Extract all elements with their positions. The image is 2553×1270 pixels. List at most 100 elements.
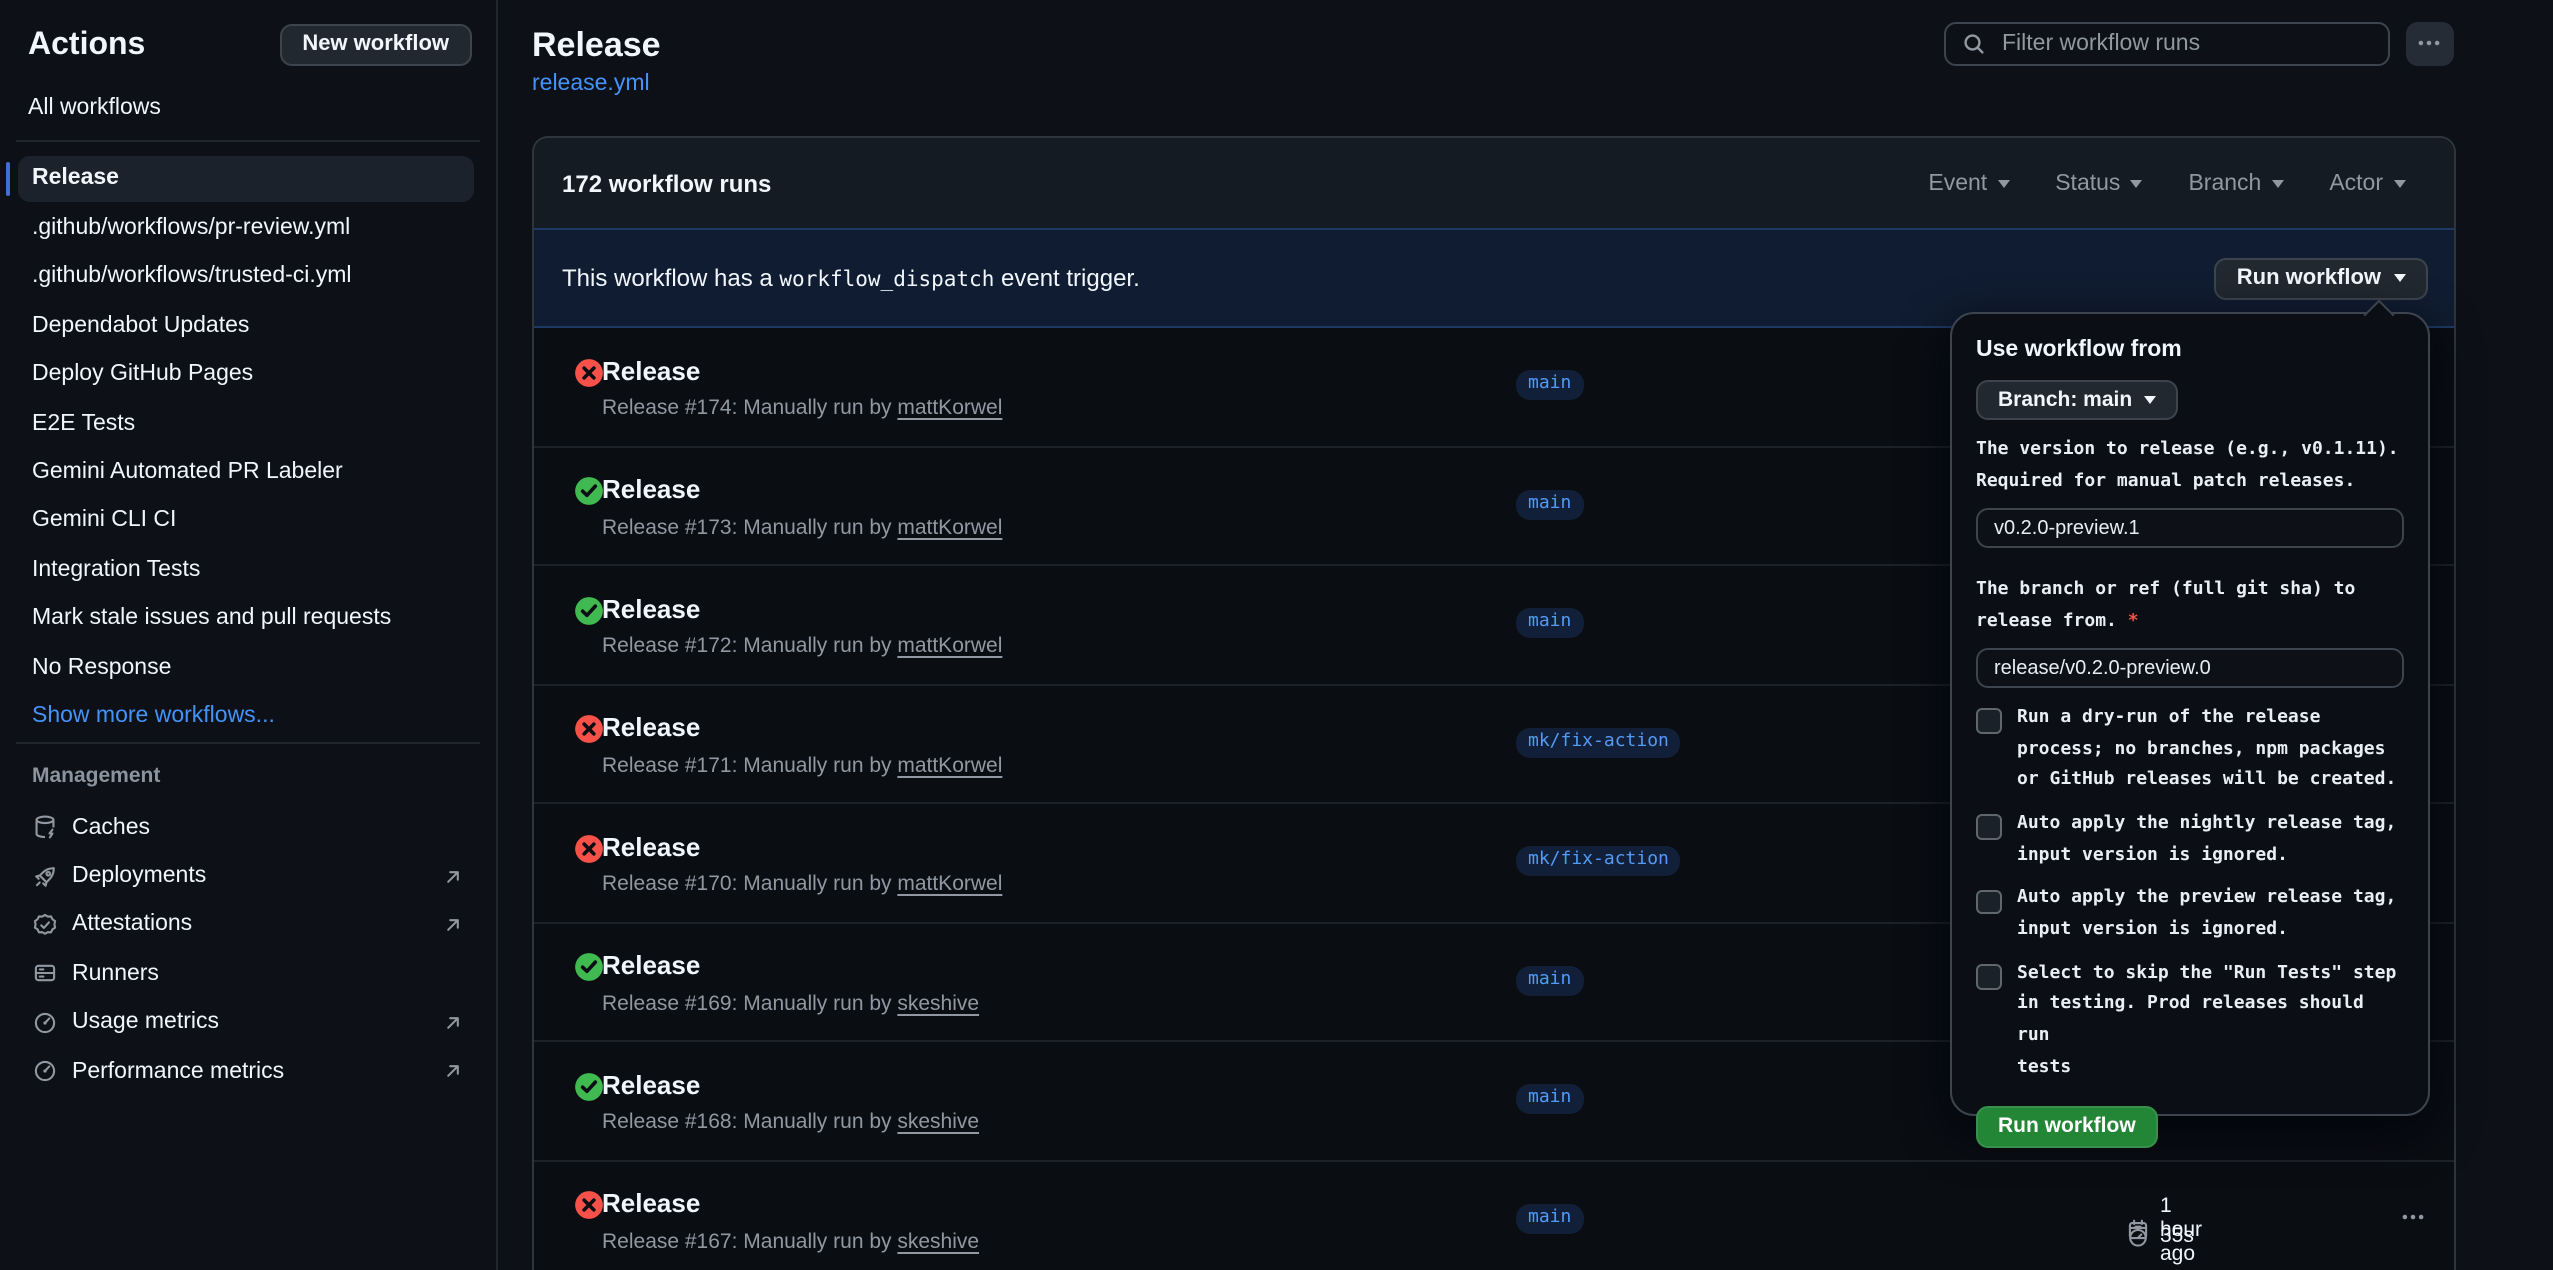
checkbox[interactable] xyxy=(1976,890,2001,915)
run-description: Release #174: Manually run by mattKorwel xyxy=(602,394,1002,422)
run-title[interactable]: Release xyxy=(602,831,700,863)
kebab-horizontal-icon xyxy=(2400,1204,2426,1230)
branch-selector-button[interactable]: Branch: main xyxy=(1976,380,2178,420)
sidebar-workflow-item[interactable]: No Response xyxy=(0,643,495,692)
filter-workflow-runs-search[interactable] xyxy=(1944,22,2390,65)
arrow-up-right-icon xyxy=(441,1012,463,1034)
actor-link[interactable]: mattKorwel xyxy=(897,872,1002,896)
database-icon xyxy=(32,814,58,840)
popover-checkbox-row: Select to skip the "Run Tests" step in t… xyxy=(1976,959,2403,1085)
branch-chip[interactable]: main xyxy=(1516,370,1583,400)
sidebar-workflow-item[interactable]: Mark stale issues and pull requests xyxy=(0,594,495,643)
sidebar-workflow-item[interactable]: .github/workflows/trusted-ci.yml xyxy=(0,253,495,302)
ref-input[interactable] xyxy=(1976,649,2403,688)
run-title[interactable]: Release xyxy=(602,1069,700,1101)
workflow-item-label: No Response xyxy=(32,655,171,679)
workflow-file-link[interactable]: release.yml xyxy=(532,71,650,95)
search-input[interactable] xyxy=(1998,30,2372,58)
sidebar-workflow-item[interactable]: Gemini Automated PR Labeler xyxy=(0,448,495,497)
checkbox-label: Run a dry-run of the release process; no… xyxy=(2017,704,2396,798)
checkbox-label: Auto apply the preview release tag, inpu… xyxy=(2017,885,2396,948)
caret-down-icon xyxy=(2393,179,2405,187)
actor-link[interactable]: mattKorwel xyxy=(897,753,1002,777)
run-description-text: Release #170: Manually run by xyxy=(602,872,897,896)
workflow-run-row[interactable]: Release Release #167: Manually run by sk… xyxy=(534,1161,2453,1270)
actor-link[interactable]: skeshive xyxy=(897,1110,979,1134)
banner-text: This workflow has a workflow_dispatch ev… xyxy=(562,264,1140,292)
workflow-item-label: Deploy GitHub Pages xyxy=(32,363,253,387)
new-workflow-button[interactable]: New workflow xyxy=(280,23,471,66)
version-input[interactable] xyxy=(1976,509,2403,548)
runs-filter-dropdown[interactable]: Event xyxy=(1928,171,2009,195)
sidebar-management-item[interactable]: Deployments xyxy=(0,852,495,901)
sidebar-workflow-item[interactable]: Gemini CLI CI xyxy=(0,496,495,545)
actor-link[interactable]: mattKorwel xyxy=(897,515,1002,539)
sidebar-management-item[interactable]: Usage metrics xyxy=(0,998,495,1047)
runs-filter-dropdown[interactable]: Actor xyxy=(2329,171,2405,195)
actor-link[interactable]: skeshive xyxy=(897,991,979,1015)
caret-down-icon xyxy=(2393,275,2405,283)
sidebar-item-selected[interactable]: Release xyxy=(18,155,473,202)
workflow-options-button[interactable] xyxy=(2405,22,2454,65)
management-item-label: Usage metrics xyxy=(72,1011,219,1035)
run-title[interactable]: Release xyxy=(602,712,700,744)
management-item-label: Deployments xyxy=(72,864,206,888)
x-circle-icon xyxy=(574,357,604,387)
sidebar-workflow-item[interactable]: Dependabot Updates xyxy=(0,301,495,350)
run-description-text: Release #167: Manually run by xyxy=(602,1229,897,1253)
actions-sidebar: Actions New workflow All workflows Relea… xyxy=(0,0,497,1270)
run-workflow-popover: Use workflow from Branch: main The versi… xyxy=(1950,312,2429,1116)
sidebar-workflow-item[interactable]: E2E Tests xyxy=(0,399,495,448)
caret-down-icon xyxy=(2130,179,2142,187)
workflow-item-label: .github/workflows/pr-review.yml xyxy=(32,216,350,240)
sidebar-item-all-workflows[interactable]: All workflows xyxy=(28,95,161,119)
management-section-label: Management xyxy=(32,764,160,788)
version-input-description: The version to release (e.g., v0.1.11). … xyxy=(1976,436,2403,499)
run-title[interactable]: Release xyxy=(602,474,700,506)
management-item-label: Performance metrics xyxy=(72,1059,284,1083)
run-description: Release #169: Manually run by skeshive xyxy=(602,989,979,1017)
branch-chip[interactable]: main xyxy=(1516,965,1583,995)
sidebar-workflow-item[interactable]: Integration Tests xyxy=(0,545,495,594)
management-item-label: Caches xyxy=(72,815,150,839)
run-title[interactable]: Release xyxy=(602,1188,700,1220)
checkbox[interactable] xyxy=(1976,709,2001,734)
checkbox[interactable] xyxy=(1976,815,2001,840)
branch-chip[interactable]: main xyxy=(1516,1084,1583,1114)
gauge-icon xyxy=(32,1058,58,1084)
run-workflow-dropdown-button[interactable]: Run workflow xyxy=(2215,258,2427,299)
required-asterisk: * xyxy=(2128,611,2139,631)
sidebar-management-item[interactable]: Runners xyxy=(0,949,495,998)
row-kebab-button[interactable] xyxy=(2395,1199,2431,1235)
sidebar-workflow-item[interactable]: Show more workflows... xyxy=(0,692,495,741)
page-title: Release xyxy=(532,26,661,66)
actor-link[interactable]: skeshive xyxy=(897,1229,979,1253)
branch-chip[interactable]: main xyxy=(1516,1203,1583,1233)
arrow-up-right-icon xyxy=(441,865,463,887)
workflow-item-label: Gemini Automated PR Labeler xyxy=(32,460,343,484)
runs-count: 172 workflow runs xyxy=(562,169,771,197)
sidebar-workflow-item[interactable]: Deploy GitHub Pages xyxy=(0,350,495,399)
actor-link[interactable]: mattKorwel xyxy=(897,634,1002,658)
workflow-item-label: Dependabot Updates xyxy=(32,314,249,338)
runs-filter-dropdown[interactable]: Branch xyxy=(2188,171,2283,195)
run-title[interactable]: Release xyxy=(602,355,700,387)
branch-chip[interactable]: mk/fix-action xyxy=(1516,846,1681,876)
rocket-icon xyxy=(32,863,58,889)
sidebar-workflow-item[interactable]: .github/workflows/pr-review.yml xyxy=(0,204,495,253)
run-title[interactable]: Release xyxy=(602,950,700,982)
branch-chip[interactable]: main xyxy=(1516,608,1583,638)
sidebar-management-item[interactable]: Performance metrics xyxy=(0,1047,495,1096)
run-title[interactable]: Release xyxy=(602,593,700,625)
sidebar-management-item[interactable]: Attestations xyxy=(0,901,495,950)
checkbox[interactable] xyxy=(1976,964,2001,989)
workflow-item-label: .github/workflows/trusted-ci.yml xyxy=(32,265,352,289)
branch-chip[interactable]: mk/fix-action xyxy=(1516,727,1681,757)
branch-chip[interactable]: main xyxy=(1516,489,1583,519)
run-workflow-submit-button[interactable]: Run workflow xyxy=(1976,1105,2158,1147)
arrow-up-right-icon xyxy=(441,914,463,936)
sidebar-title: Actions xyxy=(28,28,145,64)
sidebar-management-item[interactable]: Caches xyxy=(0,803,495,852)
runs-filter-dropdown[interactable]: Status xyxy=(2055,171,2142,195)
actor-link[interactable]: mattKorwel xyxy=(897,396,1002,420)
